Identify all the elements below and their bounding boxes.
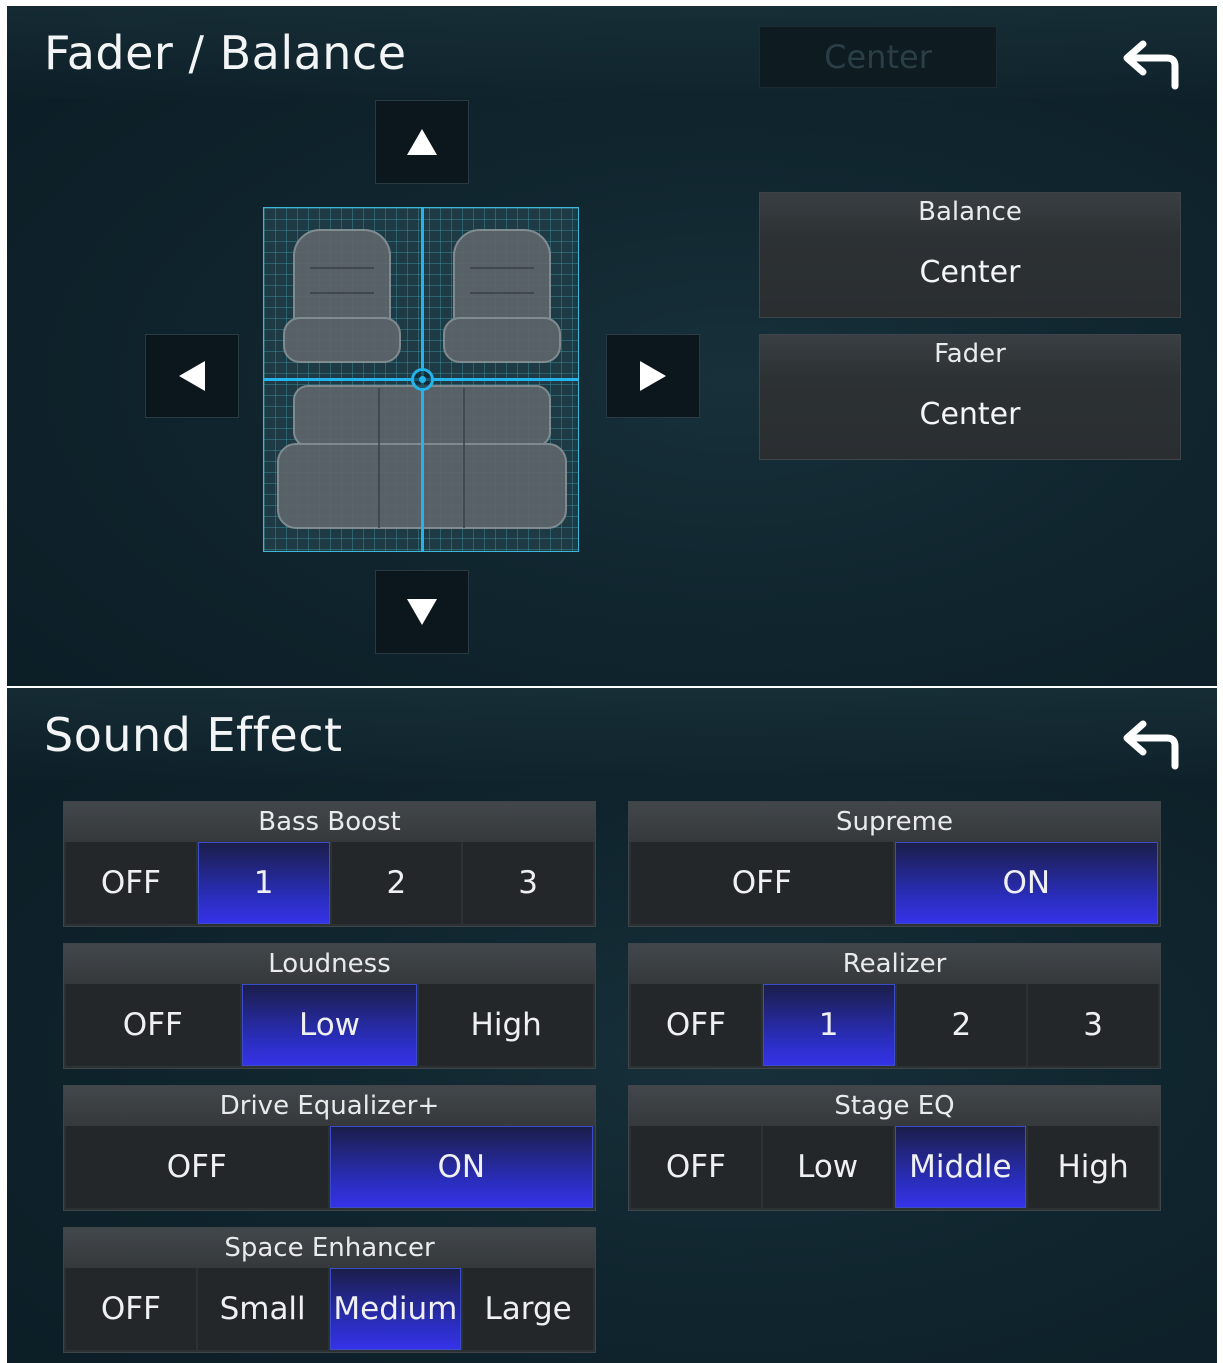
drive-equalizer-group: Drive Equalizer+ OFF ON — [63, 1085, 596, 1211]
drive-equalizer-option-on[interactable]: ON — [329, 1126, 593, 1208]
realizer-label: Realizer — [629, 944, 1160, 984]
stage-eq-options: OFF Low Middle High — [631, 1126, 1158, 1208]
fader-label: Fader — [934, 339, 1006, 369]
down-arrow-icon — [407, 599, 437, 625]
drive-equalizer-label: Drive Equalizer+ — [64, 1086, 595, 1126]
stage-eq-option-off[interactable]: OFF — [631, 1126, 761, 1208]
space-enhancer-option-small[interactable]: Small — [197, 1268, 328, 1350]
stage-eq-option-low[interactable]: Low — [762, 1126, 893, 1208]
loudness-option-low[interactable]: Low — [241, 984, 418, 1066]
up-arrow-button[interactable] — [375, 100, 469, 184]
drive-equalizer-options: OFF ON — [66, 1126, 593, 1208]
page-title: Sound Effect — [44, 708, 343, 762]
left-arrow-icon — [179, 361, 205, 391]
page-title: Fader / Balance — [44, 26, 407, 80]
balance-value: Center — [919, 255, 1021, 290]
realizer-option-off[interactable]: OFF — [631, 984, 761, 1066]
position-marker[interactable] — [411, 368, 434, 391]
return-arrow-icon[interactable] — [1119, 36, 1181, 92]
balance-panel: Balance Center — [759, 192, 1181, 318]
space-enhancer-label: Space Enhancer — [64, 1228, 595, 1268]
up-arrow-icon — [407, 129, 437, 155]
bass-boost-option-off[interactable]: OFF — [66, 842, 196, 924]
loudness-group: Loudness OFF Low High — [63, 943, 596, 1069]
center-button[interactable]: Center — [759, 26, 997, 88]
space-enhancer-option-off[interactable]: OFF — [66, 1268, 196, 1350]
bass-boost-option-2[interactable]: 2 — [331, 842, 462, 924]
realizer-option-1[interactable]: 1 — [762, 984, 895, 1066]
right-arrow-icon — [640, 361, 666, 391]
realizer-options: OFF 1 2 3 — [631, 984, 1158, 1066]
bass-boost-options: OFF 1 2 3 — [66, 842, 593, 924]
stage-eq-option-high[interactable]: High — [1028, 1126, 1158, 1208]
supreme-option-on[interactable]: ON — [894, 842, 1158, 924]
drive-equalizer-option-off[interactable]: OFF — [66, 1126, 328, 1208]
loudness-option-high[interactable]: High — [419, 984, 594, 1066]
space-enhancer-group: Space Enhancer OFF Small Medium Large — [63, 1227, 596, 1353]
realizer-group: Realizer OFF 1 2 3 — [628, 943, 1161, 1069]
right-arrow-button[interactable] — [606, 334, 700, 418]
balance-label: Balance — [918, 197, 1022, 227]
stage-eq-option-middle[interactable]: Middle — [894, 1126, 1027, 1208]
fader-balance-screen: Fader / Balance Center Balance Center Fa… — [7, 6, 1217, 686]
supreme-group: Supreme OFF ON — [628, 801, 1161, 927]
stage-eq-label: Stage EQ — [629, 1086, 1160, 1126]
supreme-options: OFF ON — [631, 842, 1158, 924]
bass-boost-option-3[interactable]: 3 — [463, 842, 593, 924]
bass-boost-group: Bass Boost OFF 1 2 3 — [63, 801, 596, 927]
left-arrow-button[interactable] — [145, 334, 239, 418]
realizer-option-2[interactable]: 2 — [896, 984, 1027, 1066]
fader-panel: Fader Center — [759, 334, 1181, 460]
space-enhancer-option-large[interactable]: Large — [463, 1268, 593, 1350]
down-arrow-button[interactable] — [375, 570, 469, 654]
loudness-label: Loudness — [64, 944, 595, 984]
supreme-label: Supreme — [629, 802, 1160, 842]
sound-effect-screen: Sound Effect Bass Boost OFF 1 2 3 Loudness … — [7, 688, 1217, 1363]
realizer-option-3[interactable]: 3 — [1028, 984, 1158, 1066]
supreme-option-off[interactable]: OFF — [631, 842, 893, 924]
bass-boost-label: Bass Boost — [64, 802, 595, 842]
bass-boost-option-1[interactable]: 1 — [197, 842, 330, 924]
fader-balance-grid[interactable] — [263, 207, 579, 552]
fader-value: Center — [919, 397, 1021, 432]
stage-eq-group: Stage EQ OFF Low Middle High — [628, 1085, 1161, 1211]
space-enhancer-options: OFF Small Medium Large — [66, 1268, 593, 1350]
loudness-option-off[interactable]: OFF — [66, 984, 240, 1066]
return-arrow-icon[interactable] — [1119, 716, 1181, 772]
loudness-options: OFF Low High — [66, 984, 594, 1066]
space-enhancer-option-medium[interactable]: Medium — [329, 1268, 462, 1350]
